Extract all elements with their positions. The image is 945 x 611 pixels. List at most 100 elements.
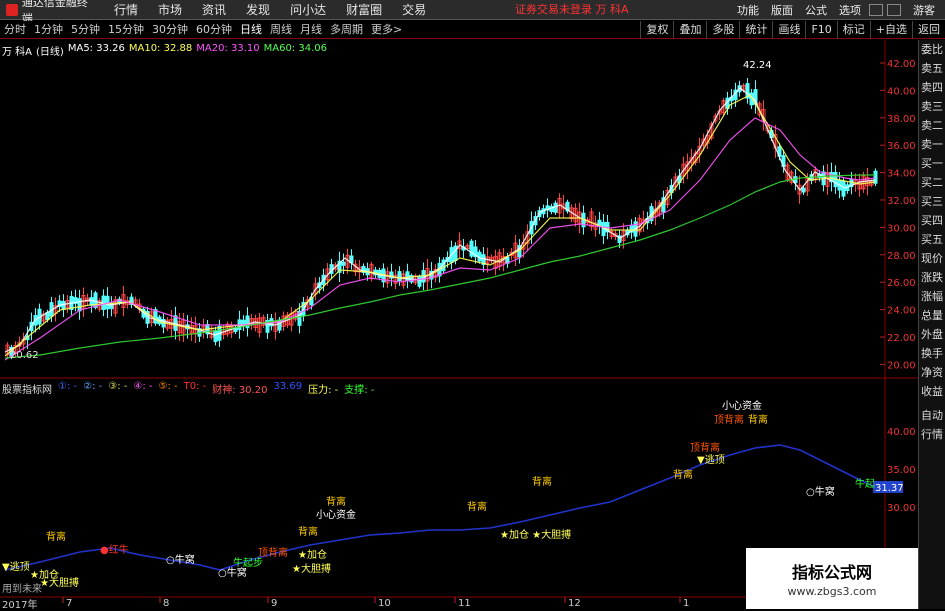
chart-tools: 复权 叠加 多股 统计 画线 F10 标记 +自选 返回 <box>640 21 945 39</box>
menu-item-discover[interactable]: 发现 <box>236 0 280 20</box>
menu-item-formula[interactable]: 公式 <box>799 2 833 18</box>
indicator-annotation: 小心资金 <box>316 508 356 521</box>
sidebar-item-sell5[interactable]: 卖五 <box>919 59 945 78</box>
indicator-annotation: 背离 <box>46 530 66 543</box>
sidebar-item-buy4[interactable]: 买四 <box>919 211 945 230</box>
price-label: 28.00 <box>887 251 916 262</box>
sidebar-item-volume[interactable]: 总量 <box>919 306 945 325</box>
indicator-annotation: 牛起 <box>855 477 875 490</box>
indicator-annotation: 背离 <box>326 495 346 508</box>
main-menu: 行情 市场 资讯 发现 问小达 财富圈 交易 <box>104 0 436 20</box>
menu-item-wealth[interactable]: 财富圈 <box>336 0 392 20</box>
sidebar-item-buy2[interactable]: 买二 <box>919 173 945 192</box>
sidebar-item-net-asset[interactable]: 净资 <box>919 363 945 382</box>
tab-weekly[interactable]: 周线 <box>266 21 296 39</box>
tab-monthly[interactable]: 月线 <box>296 21 326 39</box>
tab-1min[interactable]: 1分钟 <box>30 21 67 39</box>
tab-minute[interactable]: 分时 <box>0 21 30 39</box>
watermark-banner: 指标公式网 www.zbgs3.com <box>746 548 918 609</box>
minimize-icon[interactable] <box>869 4 883 16</box>
menu-item-options[interactable]: 选项 <box>833 2 867 18</box>
high-price-label: 42.24 <box>743 60 772 71</box>
ma20-label: MA20: 33.10 <box>196 43 260 54</box>
sidebar-item-sell3[interactable]: 卖三 <box>919 97 945 116</box>
restore-rights-button[interactable]: 复权 <box>640 21 673 39</box>
multi-stock-button[interactable]: 多股 <box>706 21 739 39</box>
sidebar-item-sell1[interactable]: 卖一 <box>919 135 945 154</box>
menu-item-trade[interactable]: 交易 <box>392 0 436 20</box>
indicator-annotation: 背离 <box>467 500 487 513</box>
maximize-icon[interactable] <box>887 4 901 16</box>
menu-item-quotes[interactable]: 行情 <box>104 0 148 20</box>
candle-body <box>89 297 94 306</box>
menu-item-function[interactable]: 功能 <box>731 2 765 18</box>
price-label: 34.00 <box>887 169 916 180</box>
overlay-button[interactable]: 叠加 <box>673 21 706 39</box>
price-label: 36.00 <box>887 141 916 152</box>
menu-item-ask[interactable]: 问小达 <box>280 0 336 20</box>
price-label: 38.00 <box>887 114 916 125</box>
mark-button[interactable]: 标记 <box>836 21 870 39</box>
menu-item-layout[interactable]: 版面 <box>765 2 799 18</box>
sidebar-item-change-pct[interactable]: 涨幅 <box>919 287 945 306</box>
candle-body <box>873 170 878 184</box>
tab-multi[interactable]: 多周期 <box>326 21 367 39</box>
indicator-blue-line <box>4 444 876 571</box>
sidebar-item-sell4[interactable]: 卖四 <box>919 78 945 97</box>
indicator-value-label: 31.37 <box>875 483 904 494</box>
sidebar-item-turnover[interactable]: 换手 <box>919 344 945 363</box>
chart-grid <box>0 40 918 609</box>
sidebar-item-buy1[interactable]: 买一 <box>919 154 945 173</box>
add-watchlist-button[interactable]: +自选 <box>869 21 912 39</box>
f10-button[interactable]: F10 <box>805 21 836 39</box>
back-button[interactable]: 返回 <box>912 21 945 39</box>
sidebar-item-price[interactable]: 现价 <box>919 249 945 268</box>
menu-item-news[interactable]: 资讯 <box>192 0 236 20</box>
candle-body <box>213 330 218 343</box>
moving-average-lines <box>4 87 876 361</box>
tab-30min[interactable]: 30分钟 <box>148 21 192 39</box>
ma20-line <box>4 117 876 361</box>
price-label: 22.00 <box>887 333 916 344</box>
sidebar-item-buy3[interactable]: 买三 <box>919 192 945 211</box>
tab-15min[interactable]: 15分钟 <box>104 21 148 39</box>
login-warning[interactable]: 证券交易未登录 万 科A <box>515 0 629 20</box>
price-label: 26.00 <box>887 278 916 289</box>
period-label: (日线) <box>36 47 64 58</box>
indicator-annotation: 小心资金 <box>722 399 762 412</box>
low-price-label: 20.62 <box>10 350 39 361</box>
sidebar-item-weibi[interactable]: 委比 <box>919 40 945 59</box>
sidebar-item-auto[interactable]: 自动 <box>919 406 945 425</box>
indicator-annotation: ▼逃顶 <box>2 560 30 573</box>
sidebar-item-sell2[interactable]: 卖二 <box>919 116 945 135</box>
draw-line-button[interactable]: 画线 <box>772 21 805 39</box>
candlesticks <box>5 78 878 360</box>
indicator-legend-4: ④: - <box>133 381 153 392</box>
indicator-annotation: 背离 <box>298 525 318 538</box>
statistics-button[interactable]: 统计 <box>739 21 772 39</box>
indicator-annotation: 顶背离 <box>690 441 720 454</box>
time-label: 11 <box>458 598 471 609</box>
indicator-annotation: ★加仓 ★大胆搏 <box>500 528 571 541</box>
kline-chart[interactable]: 42.00 40.00 38.00 36.00 34.00 32.00 30.00 28.00… <box>0 40 918 609</box>
sidebar-item-quotes[interactable]: 行情 <box>919 425 945 444</box>
user-label[interactable]: 游客 <box>903 2 945 18</box>
menu-item-market[interactable]: 市场 <box>148 0 192 20</box>
indicator-legend-value: 33.69 <box>273 381 303 392</box>
tab-5min[interactable]: 5分钟 <box>67 21 104 39</box>
tab-more[interactable]: 更多> <box>367 21 406 39</box>
tab-60min[interactable]: 60分钟 <box>192 21 236 39</box>
indicator-annotation: 顶背离 <box>714 413 744 426</box>
indicator-legend-pressure: 压力: - <box>308 385 339 396</box>
indicator-name[interactable]: 股票指标网 <box>2 381 52 396</box>
price-label: 30.00 <box>887 223 916 234</box>
tab-daily[interactable]: 日线 <box>236 21 266 39</box>
time-axis: 7 8 9 10 11 12 1 <box>62 597 689 609</box>
indicator-annotation: ○牛窝 <box>806 485 835 498</box>
sidebar-item-earnings[interactable]: 收益 <box>919 382 945 401</box>
sidebar-item-buy5[interactable]: 买五 <box>919 230 945 249</box>
sidebar-item-outer[interactable]: 外盘 <box>919 325 945 344</box>
indicator-annotation: ○牛窝 <box>218 566 247 579</box>
watermark-title: 指标公式网 <box>791 563 872 582</box>
sidebar-item-change[interactable]: 涨跌 <box>919 268 945 287</box>
